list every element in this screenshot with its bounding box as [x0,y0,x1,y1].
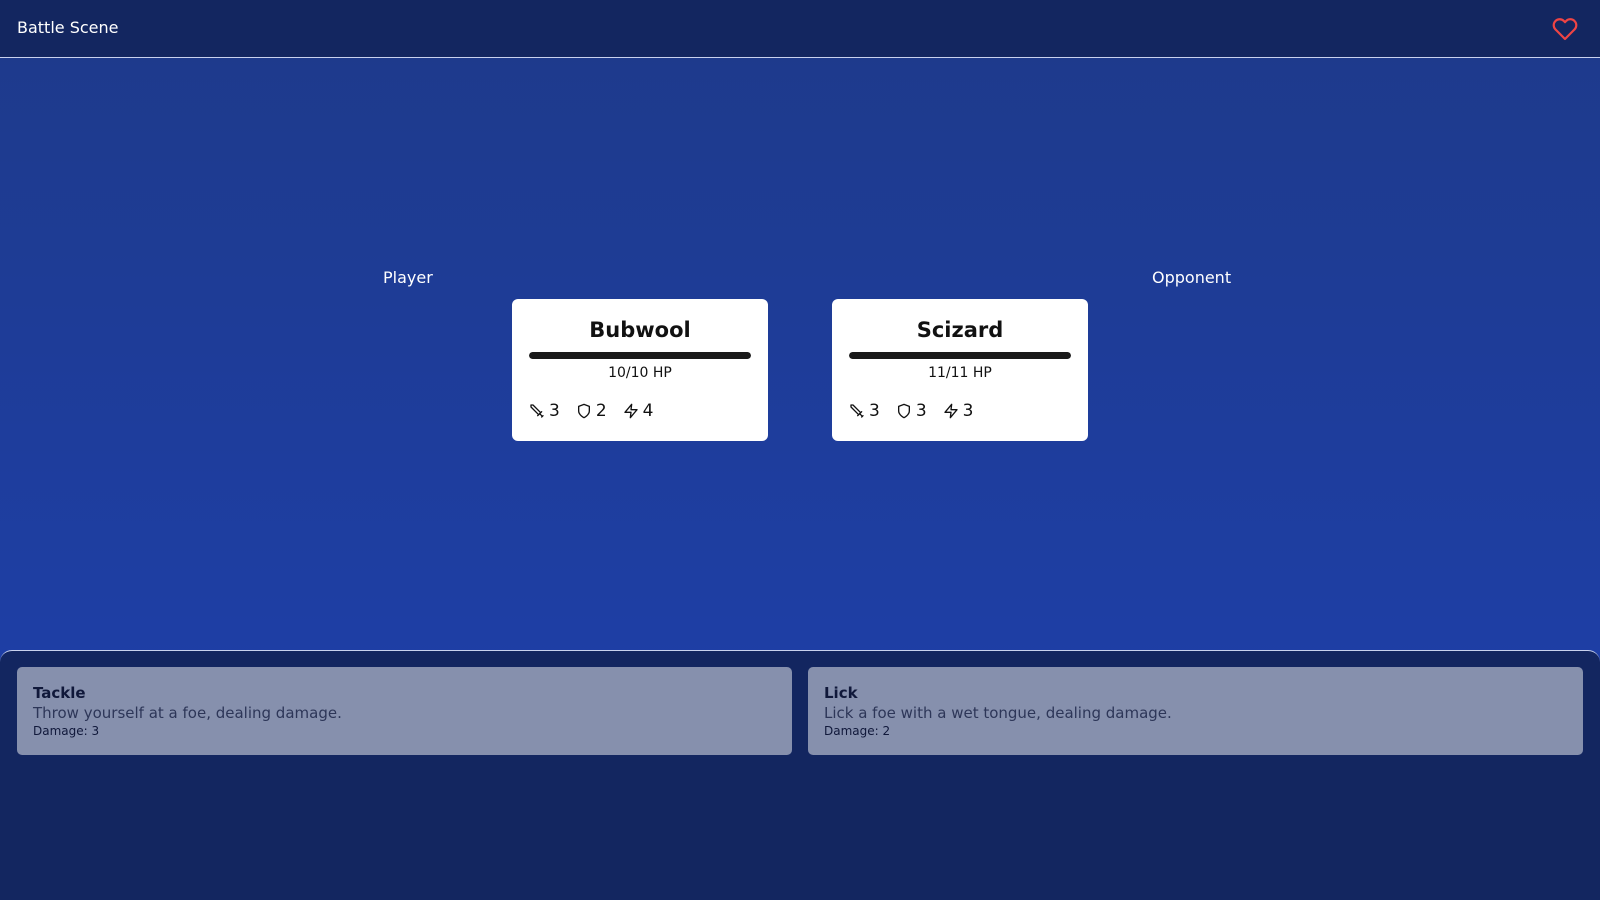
player-stats: 3 2 4 [529,401,669,421]
player-speed-value: 4 [642,401,654,421]
opponent-monster-name: Scizard [916,318,1004,342]
player-defense-value: 2 [595,401,607,421]
player-hp-bar [529,352,751,359]
player-label: Player [383,268,433,287]
move-description: Throw yourself at a foe, dealing damage. [33,704,342,722]
moves-panel: Tackle Throw yourself at a foe, dealing … [0,650,1600,900]
opponent-hp-bar-fill [849,352,1071,359]
player-hp-text: 10/10 HP [608,365,672,381]
move-name: Tackle [33,684,86,702]
opponent-speed-stat: 3 [943,401,974,421]
sword-icon [850,404,864,418]
opponent-defense-value: 3 [915,401,927,421]
page-title: Battle Scene [17,18,119,37]
header-bar: Battle Scene [0,0,1600,58]
opponent-defense-stat: 3 [896,401,927,421]
opponent-attack-value: 3 [869,401,880,421]
player-defense-stat: 2 [576,401,607,421]
opponent-hp-text: 11/11 HP [928,365,992,381]
player-monster-card: Bubwool 10/10 HP 3 2 4 [512,299,768,441]
lightning-icon [623,403,638,419]
player-monster-name: Bubwool [589,318,691,342]
move-description: Lick a foe with a wet tongue, dealing da… [824,704,1172,722]
move-name: Lick [824,684,858,702]
move-damage: Damage: 2 [824,724,891,738]
player-attack-stat: 3 [529,401,560,421]
opponent-hp-bar [849,352,1071,359]
player-speed-stat: 4 [623,401,654,421]
opponent-monster-card: Scizard 11/11 HP 3 3 3 [832,299,1088,441]
sword-icon [530,404,544,418]
opponent-speed-value: 3 [962,401,974,421]
player-hp-bar-fill [529,352,751,359]
heart-icon[interactable] [1552,16,1578,42]
move-button-lick[interactable]: Lick Lick a foe with a wet tongue, deali… [808,667,1583,755]
lightning-icon [943,403,958,419]
opponent-stats: 3 3 3 [849,401,989,421]
shield-icon [897,403,910,419]
move-button-tackle[interactable]: Tackle Throw yourself at a foe, dealing … [17,667,792,755]
opponent-label: Opponent [1152,268,1232,287]
move-damage: Damage: 3 [33,724,100,738]
battle-scene: Battle Scene Player Opponent Bubwool 10/… [0,0,1600,900]
player-attack-value: 3 [549,401,560,421]
opponent-attack-stat: 3 [849,401,880,421]
shield-icon [577,403,590,419]
